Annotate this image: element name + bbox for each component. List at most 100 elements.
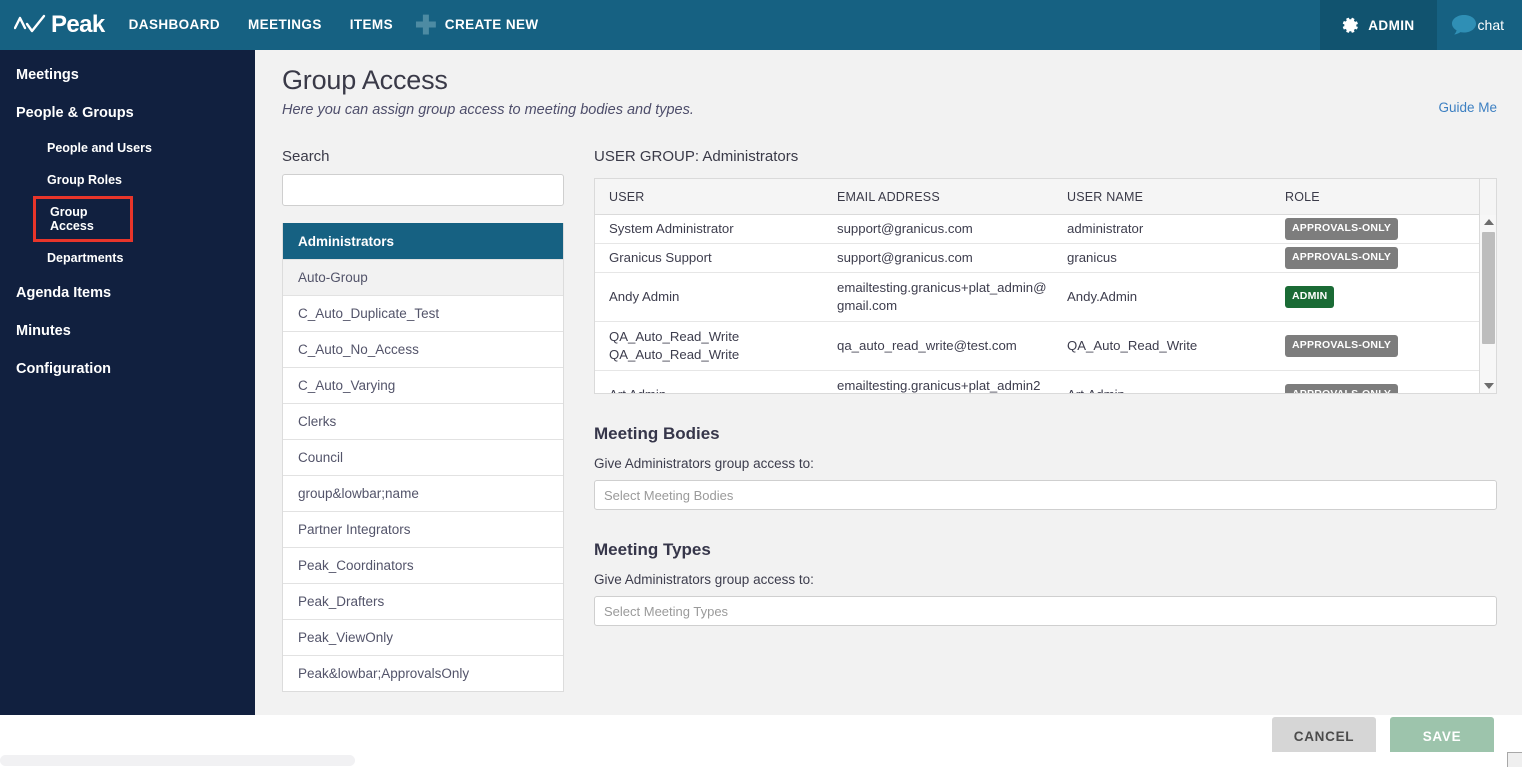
status-badge: ADMIN [1285,286,1334,307]
cell-user: System Administrator [595,220,823,238]
cell-username: Andy.Admin [1053,288,1271,306]
table-vertical-scrollbar[interactable] [1479,215,1496,393]
page-title: Group Access [255,50,1522,96]
cancel-button[interactable]: CANCEL [1272,717,1376,755]
table-row[interactable]: Granicus Support support@granicus.com gr… [595,244,1496,273]
column-header-role: ROLE [1271,190,1479,204]
status-badge: APPROVALS-ONLY [1285,335,1398,356]
sidebar-item-departments[interactable]: Departments [0,242,255,274]
cell-email: emailtesting.granicus+plat_admin2@gmail.… [823,377,1053,393]
page-subtitle: Here you can assign group access to meet… [255,96,1522,118]
search-input[interactable] [282,174,564,206]
group-list-item-c-auto-duplicate-test[interactable]: C_Auto_Duplicate_Test [283,295,563,331]
cell-email: qa_auto_read_write@test.com [823,337,1053,355]
table-row[interactable]: System Administrator support@granicus.co… [595,215,1496,244]
search-label: Search [282,148,564,165]
brand-logo[interactable]: Peak [0,0,115,50]
table-header-scroll-gutter [1479,179,1496,215]
table-row[interactable]: Andy Admin emailtesting.granicus+plat_ad… [595,273,1496,322]
cell-email: support@granicus.com [823,220,1053,238]
table-row[interactable]: QA_Auto_Read_Write QA_Auto_Read_Write qa… [595,322,1496,371]
group-list-item-peak-viewonly[interactable]: Peak_ViewOnly [283,619,563,655]
group-list: Administrators Auto-Group C_Auto_Duplica… [282,223,564,692]
nav-items[interactable]: ITEMS [336,0,407,50]
table-row[interactable]: Art Admin emailtesting.granicus+plat_adm… [595,371,1496,393]
sidebar-item-meetings[interactable]: Meetings [0,56,255,94]
chat-label: chat [1478,17,1504,33]
cell-role: ADMIN [1271,286,1479,307]
meeting-bodies-select[interactable]: Select Meeting Bodies [594,480,1497,510]
group-list-item-c-auto-varying[interactable]: C_Auto_Varying [283,367,563,403]
gear-icon [1342,17,1359,34]
primary-nav-links: DASHBOARD MEETINGS ITEMS ✚ CREATE NEW [115,0,539,50]
status-badge: APPROVALS-ONLY [1285,247,1398,268]
sidebar-item-agenda-items[interactable]: Agenda Items [0,274,255,312]
line-chart-zigzag-icon [14,14,48,36]
meeting-bodies-heading: Meeting Bodies [594,424,1497,444]
nav-meetings[interactable]: MEETINGS [234,0,336,50]
topnav-right-group: ADMIN chat [1320,0,1522,50]
nav-dashboard[interactable]: DASHBOARD [115,0,234,50]
meeting-types-section: Meeting Types Give Administrators group … [594,540,1497,626]
scrollbar-thumb[interactable] [1482,232,1495,344]
group-list-item-council[interactable]: Council [283,439,563,475]
plus-icon: ✚ [415,15,437,36]
admin-menu-button[interactable]: ADMIN [1320,0,1436,50]
group-list-item-c-auto-no-access[interactable]: C_Auto_No_Access [283,331,563,367]
table-body: System Administrator support@granicus.co… [595,215,1496,393]
status-badge: APPROVALS-ONLY [1285,384,1398,393]
content-columns: Search Administrators Auto-Group C_Auto_… [255,118,1522,692]
nav-create-new-label: CREATE NEW [445,0,539,50]
sidebar-item-people-and-groups[interactable]: People & Groups [0,94,255,132]
cell-email: support@granicus.com [823,249,1053,267]
group-list-item-clerks[interactable]: Clerks [283,403,563,439]
sidebar-item-group-access[interactable]: Group Access [33,196,133,242]
meeting-types-sublabel: Give Administrators group access to: [594,572,1497,587]
meeting-types-heading: Meeting Types [594,540,1497,560]
cell-username: QA_Auto_Read_Write [1053,337,1271,355]
column-header-user: USER [595,190,823,204]
scroll-down-arrow-icon[interactable] [1480,379,1496,393]
sidebar-item-configuration[interactable]: Configuration [0,350,255,388]
cell-role: APPROVALS-ONLY [1271,335,1479,356]
group-list-item-peak-approvalsonly[interactable]: Peak&lowbar;ApprovalsOnly [283,655,563,691]
group-list-item-administrators[interactable]: Administrators [283,223,563,259]
group-list-item-auto-group[interactable]: Auto-Group [283,259,563,295]
status-badge: APPROVALS-ONLY [1285,218,1398,239]
cell-user: Andy Admin [595,288,823,306]
main-content-area: Group Access Here you can assign group a… [255,50,1522,715]
meeting-types-select[interactable]: Select Meeting Types [594,596,1497,626]
top-navigation-bar: Peak DASHBOARD MEETINGS ITEMS ✚ CREATE N… [0,0,1522,50]
chat-bubble-icon [1451,14,1477,36]
table-header-row: USER EMAIL ADDRESS USER NAME ROLE [595,179,1496,215]
horizontal-scrollbar-thumb[interactable] [0,755,355,766]
sidebar-item-people-and-users[interactable]: People and Users [0,132,255,164]
cell-user: Art Admin [595,386,823,393]
column-header-user-name: USER NAME [1053,190,1271,204]
user-group-heading: USER GROUP: Administrators [594,148,1497,165]
group-selector-column: Search Administrators Auto-Group C_Auto_… [282,148,564,692]
scrollbar-corner [1507,752,1522,767]
meeting-bodies-sublabel: Give Administrators group access to: [594,456,1497,471]
chat-button[interactable]: chat [1437,0,1522,50]
guide-me-link[interactable]: Guide Me [1438,100,1497,115]
cell-role: APPROVALS-ONLY [1271,384,1479,393]
nav-create-new[interactable]: ✚ CREATE NEW [407,0,539,50]
cell-username: Art.Admin [1053,386,1271,393]
sidebar-item-group-roles[interactable]: Group Roles [0,164,255,196]
cell-email: emailtesting.granicus+plat_admin@gmail.c… [823,279,1053,315]
admin-label: ADMIN [1368,18,1414,33]
cell-user: Granicus Support [595,249,823,267]
sidebar-item-minutes[interactable]: Minutes [0,312,255,350]
group-list-item-partner-integrators[interactable]: Partner Integrators [283,511,563,547]
group-list-item-peak-drafters[interactable]: Peak_Drafters [283,583,563,619]
brand-name: Peak [51,13,105,37]
save-button[interactable]: SAVE [1390,717,1494,755]
cell-username: administrator [1053,220,1271,238]
footer-action-bar: CANCEL SAVE [0,717,1522,755]
column-header-email-address: EMAIL ADDRESS [823,190,1053,204]
group-list-item-group-name[interactable]: group&lowbar;name [283,475,563,511]
group-list-item-peak-coordinators[interactable]: Peak_Coordinators [283,547,563,583]
scroll-up-arrow-icon[interactable] [1480,215,1496,229]
horizontal-scrollbar[interactable] [0,752,1507,767]
